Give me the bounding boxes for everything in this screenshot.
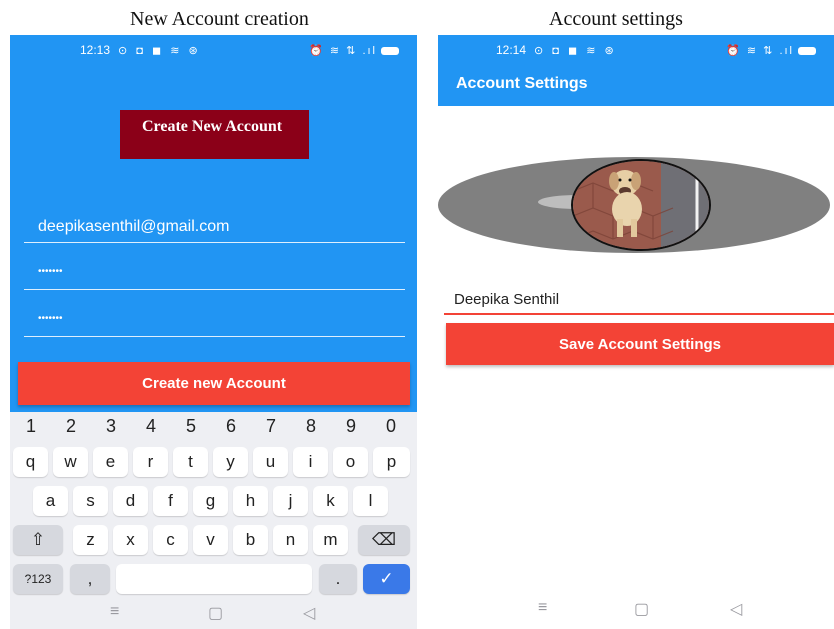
- key-7[interactable]: 7: [261, 416, 281, 437]
- key-u[interactable]: u: [253, 447, 288, 477]
- status-time: 12:13: [80, 43, 111, 57]
- key-6[interactable]: 6: [221, 416, 241, 437]
- create-account-button[interactable]: Create new Account: [18, 362, 410, 405]
- key-b[interactable]: b: [233, 525, 268, 555]
- key-i[interactable]: i: [293, 447, 328, 477]
- menu-icon[interactable]: ≡: [110, 603, 119, 621]
- email-value: deepikasenthil@gmail.com: [38, 218, 230, 235]
- profile-avatar-photo[interactable]: [571, 159, 711, 251]
- keyboard-row-2: a s d f g h j k l: [10, 486, 417, 516]
- key-r[interactable]: r: [133, 447, 168, 477]
- key-e[interactable]: e: [93, 447, 128, 477]
- key-j[interactable]: j: [273, 486, 308, 516]
- key-k[interactable]: k: [313, 486, 348, 516]
- enter-check-icon[interactable]: ✓: [363, 564, 410, 594]
- key-4[interactable]: 4: [141, 416, 161, 437]
- system-icons: ⏰ ≋ ⇅ .ıl: [309, 44, 399, 57]
- back-icon-right[interactable]: ◁: [730, 599, 742, 619]
- backspace-key-icon[interactable]: ⌫: [358, 525, 410, 555]
- keyboard-row-4: ?123 , . ✓: [10, 564, 417, 594]
- shift-key-icon[interactable]: ⇧: [13, 525, 63, 555]
- create-account-title: Create New Account: [120, 110, 309, 159]
- key-y[interactable]: y: [213, 447, 248, 477]
- display-name-field[interactable]: Deepika Senthil: [444, 283, 834, 315]
- key-h[interactable]: h: [233, 486, 268, 516]
- key-c[interactable]: c: [153, 525, 188, 555]
- caption-new-account: New Account creation: [130, 8, 309, 30]
- keyboard-number-row: 1 2 3 4 5 6 7 8 9 0: [10, 416, 417, 440]
- status-bar: 12:13 ⊙ ◘ ◼ ≋ ⊛ ⏰ ≋ ⇅ .ıl: [10, 35, 417, 65]
- key-o[interactable]: o: [333, 447, 368, 477]
- symbols-key[interactable]: ?123: [13, 564, 63, 594]
- key-d[interactable]: d: [113, 486, 148, 516]
- soft-keyboard: 1 2 3 4 5 6 7 8 9 0 q w e r t y u i o p …: [10, 412, 417, 629]
- home-icon[interactable]: ▢: [208, 603, 223, 623]
- key-f[interactable]: f: [153, 486, 188, 516]
- menu-icon-right[interactable]: ≡: [538, 599, 547, 617]
- password-field[interactable]: •••••••: [24, 258, 405, 290]
- key-9[interactable]: 9: [341, 416, 361, 437]
- key-p[interactable]: p: [373, 447, 410, 477]
- key-s[interactable]: s: [73, 486, 108, 516]
- confirm-password-field[interactable]: •••••••: [24, 305, 405, 337]
- display-name-value: Deepika Senthil: [454, 291, 560, 308]
- back-icon[interactable]: ◁: [303, 603, 315, 623]
- comma-key[interactable]: ,: [70, 564, 110, 594]
- email-field[interactable]: deepikasenthil@gmail.com: [24, 211, 405, 243]
- key-l[interactable]: l: [353, 486, 388, 516]
- key-w[interactable]: w: [53, 447, 88, 477]
- status-bar-right: 12:14 ⊙ ◘ ◼ ≋ ⊛ ⏰ ≋ ⇅ .ıl: [438, 35, 834, 65]
- nav-bar-right: ≡ ▢ ◁: [438, 595, 834, 629]
- key-g[interactable]: g: [193, 486, 228, 516]
- notification-icons: ⊙ ◘ ◼ ≋ ⊛: [118, 44, 201, 57]
- key-z[interactable]: z: [73, 525, 108, 555]
- app-bar-title: Account Settings: [456, 75, 588, 92]
- caption-account-settings: Account settings: [549, 8, 683, 30]
- period-key[interactable]: .: [319, 564, 357, 594]
- password-value: •••••••: [38, 266, 63, 277]
- key-3[interactable]: 3: [101, 416, 121, 437]
- key-m[interactable]: m: [313, 525, 348, 555]
- system-icons-right: ⏰ ≋ ⇅ .ıl: [726, 44, 816, 57]
- key-8[interactable]: 8: [301, 416, 321, 437]
- key-2[interactable]: 2: [61, 416, 81, 437]
- home-icon-right[interactable]: ▢: [634, 599, 649, 619]
- key-v[interactable]: v: [193, 525, 228, 555]
- phone-new-account: 12:13 ⊙ ◘ ◼ ≋ ⊛ ⏰ ≋ ⇅ .ıl Create New Acc…: [10, 35, 417, 629]
- keyboard-row-3: ⇧ z x c v b n m ⌫: [10, 525, 417, 555]
- key-n[interactable]: n: [273, 525, 308, 555]
- key-a[interactable]: a: [33, 486, 68, 516]
- key-5[interactable]: 5: [181, 416, 201, 437]
- key-q[interactable]: q: [13, 447, 48, 477]
- space-key[interactable]: [116, 564, 312, 594]
- key-1[interactable]: 1: [21, 416, 41, 437]
- save-account-settings-button[interactable]: Save Account Settings: [446, 323, 834, 365]
- key-t[interactable]: t: [173, 447, 208, 477]
- key-x[interactable]: x: [113, 525, 148, 555]
- battery-icon: [381, 46, 399, 55]
- key-0[interactable]: 0: [381, 416, 401, 437]
- phone-account-settings: 12:14 ⊙ ◘ ◼ ≋ ⊛ ⏰ ≋ ⇅ .ıl Account Settin…: [438, 35, 834, 629]
- nav-bar: ≡ ▢ ◁: [10, 599, 417, 629]
- status-time-right: 12:14: [496, 43, 527, 57]
- dog-photo-icon: [573, 161, 709, 249]
- keyboard-row-1: q w e r t y u i o p: [10, 447, 417, 477]
- battery-icon-right: [798, 46, 816, 55]
- confirm-password-value: •••••••: [38, 313, 63, 324]
- notification-icons-right: ⊙ ◘ ◼ ≋ ⊛: [534, 44, 617, 57]
